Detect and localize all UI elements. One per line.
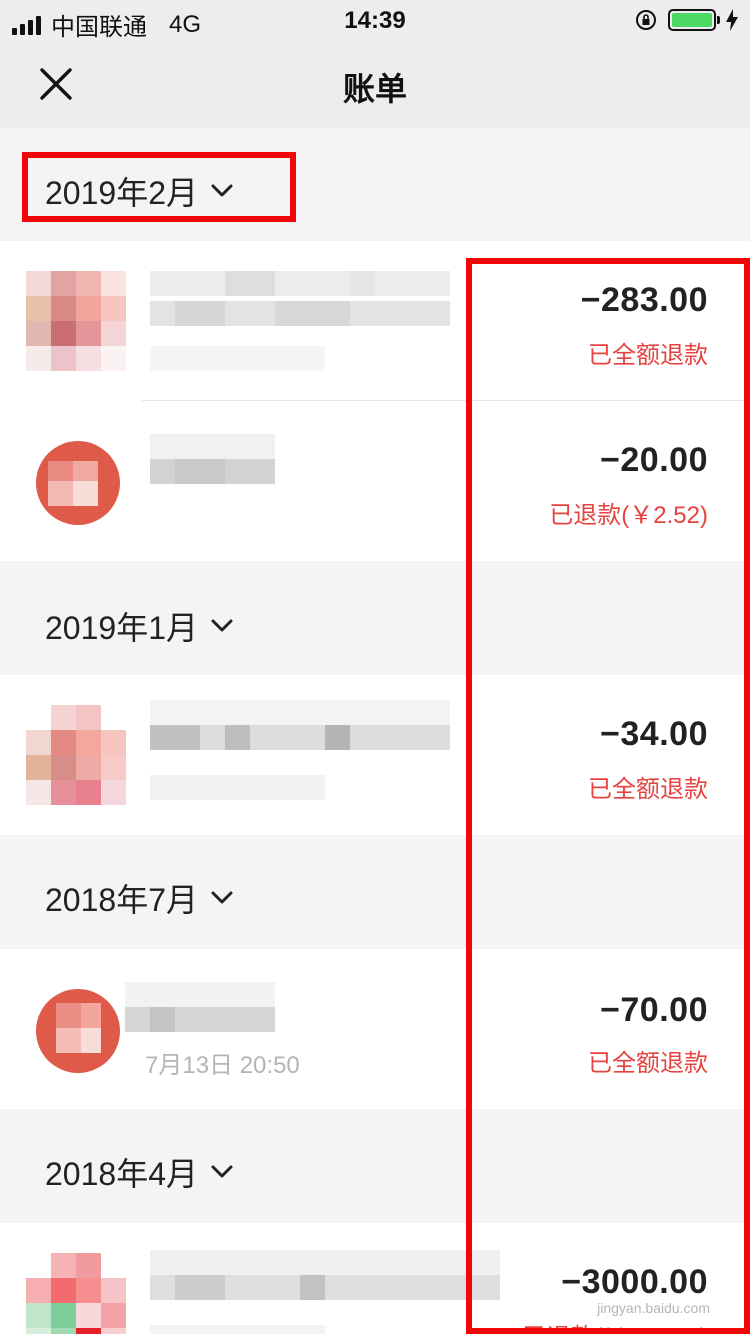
bill-row[interactable]: −283.00 已全额退款 [0,241,750,401]
charging-bolt-icon [726,9,738,31]
bill-amount: −70.00 [600,991,708,1029]
month-label: 2018年4月 [45,1156,198,1192]
refund-status: 已退款(￥372.46) [523,1317,708,1334]
status-bar: 中国联通 4G 14:39 [0,0,750,41]
bill-row[interactable]: −3000.00 已退款(￥372.46) [0,1223,750,1334]
watermark: jingyan.baidu.com [597,1300,710,1316]
refund-status: 已全额退款 [588,342,708,369]
month-header[interactable]: 2018年4月 [0,1109,750,1223]
chevron-down-icon [211,1165,233,1178]
bill-amount: −20.00 [600,441,708,479]
month-header[interactable]: 2019年1月 [0,561,750,675]
month-header[interactable]: 2018年7月 [0,835,750,949]
month-label: 2019年1月 [45,610,198,646]
merchant-avatar [36,441,120,525]
chevron-down-icon [211,891,233,904]
month-label: 2019年2月 [45,175,198,211]
month-header[interactable]: 2019年2月 [0,128,750,241]
bill-amount: −3000.00 [561,1263,708,1301]
rotation-lock-icon [636,10,656,30]
month-label: 2018年7月 [45,882,198,918]
refund-status: 已全额退款 [588,776,708,803]
chevron-down-icon [211,184,233,197]
bill-row[interactable]: −20.00 已退款(￥2.52) [0,401,750,561]
bill-row[interactable]: −34.00 已全额退款 [0,675,750,835]
bill-amount: −34.00 [600,715,708,753]
refund-status: 已全额退款 [588,1050,708,1077]
merchant-avatar [36,989,120,1073]
refund-status: 已退款(￥2.52) [549,502,708,529]
bill-row[interactable]: 7月13日 20:50 −70.00 已全额退款 [0,949,750,1109]
page-title: 账单 [342,71,407,107]
battery-icon [668,9,720,31]
nav-bar: 账单 [0,40,750,128]
bill-date: 7月13日 20:50 [145,1052,300,1079]
bill-amount: −283.00 [580,281,708,319]
chevron-down-icon [211,619,233,632]
